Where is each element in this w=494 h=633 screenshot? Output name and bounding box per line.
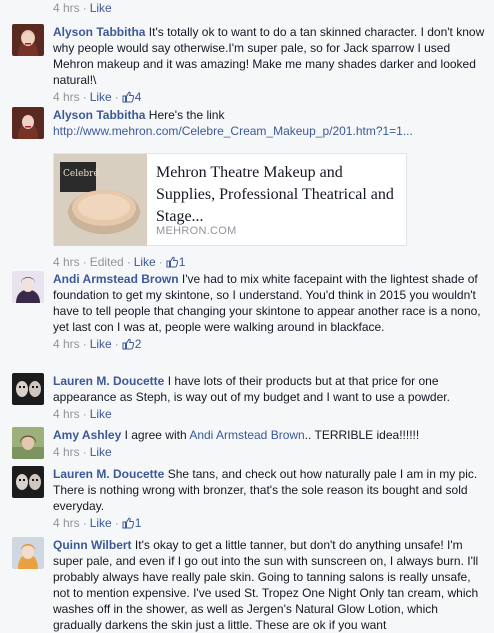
- comment-time[interactable]: 4 hrs: [53, 516, 80, 530]
- comment-meta: 4 hrs · Like · 1: [53, 516, 142, 530]
- comment-author[interactable]: Quinn Wilbert: [53, 538, 132, 552]
- comment-meta: 4 hrs · Like: [53, 445, 112, 459]
- comment-author[interactable]: Lauren M. Doucette: [53, 374, 164, 388]
- like-count-value: 1: [134, 516, 142, 530]
- comment-time[interactable]: 4 hrs: [53, 337, 80, 351]
- like-count-value: 4: [134, 90, 142, 104]
- like-link[interactable]: Like: [90, 445, 112, 459]
- like-link[interactable]: Like: [134, 255, 156, 269]
- comment-body: Lauren M. Doucette She tans, and check o…: [53, 466, 486, 514]
- comment-author[interactable]: Amy Ashley: [53, 428, 121, 442]
- thumbs-up-icon: [122, 517, 134, 529]
- comment-time[interactable]: 4 hrs: [53, 407, 80, 421]
- comment-body: Amy Ashley I agree with Andi Armstead Br…: [53, 427, 486, 443]
- like-count[interactable]: 4: [122, 90, 142, 104]
- thumbs-up-icon: [122, 338, 134, 350]
- avatar[interactable]: [12, 537, 44, 569]
- product-label: Celebré: [63, 168, 99, 179]
- comment-time[interactable]: 4 hrs: [53, 90, 80, 104]
- like-link[interactable]: Like: [90, 407, 112, 421]
- comment-time[interactable]: 4 hrs: [53, 1, 80, 15]
- link-preview-card[interactable]: Celebré Mehron Theatre Makeup and Suppli…: [53, 153, 407, 246]
- comment-body: Andi Armstead Brown I've had to mix whit…: [53, 271, 486, 335]
- comment-text-before: I agree with: [124, 428, 187, 442]
- link-preview-title[interactable]: Mehron Theatre Makeup and Supplies, Prof…: [156, 162, 401, 228]
- like-count[interactable]: 2: [122, 337, 142, 351]
- comment-body: Lauren M. Doucette I have lots of their …: [53, 373, 486, 405]
- like-link[interactable]: Like: [90, 1, 112, 15]
- like-count[interactable]: 1: [166, 255, 186, 269]
- thumbs-up-icon: [166, 256, 178, 268]
- link-preview-domain: MEHRON.COM: [156, 225, 237, 237]
- comment-time[interactable]: 4 hrs: [53, 255, 80, 269]
- avatar[interactable]: [12, 107, 44, 139]
- mention-link[interactable]: Andi Armstead Brown: [189, 428, 304, 442]
- comment-body: Alyson Tabbitha Here's the link: [53, 107, 486, 123]
- comment-thread: 4 hrs · Like Alyson Tabbitha It's totally …: [0, 0, 494, 633]
- comment-text: It's okay to get a little tanner, but do…: [53, 538, 479, 632]
- comment-author[interactable]: Lauren M. Doucette: [53, 467, 164, 481]
- comment-time[interactable]: 4 hrs: [53, 445, 80, 459]
- link-preview-image[interactable]: Celebré: [54, 154, 147, 246]
- avatar[interactable]: [12, 427, 44, 459]
- comment-meta: 4 hrs · Like · 4: [53, 90, 142, 104]
- comment-meta: 4 hrs · Like: [53, 407, 112, 421]
- avatar[interactable]: [12, 373, 44, 405]
- like-count[interactable]: 1: [122, 516, 142, 530]
- comment-author[interactable]: Alyson Tabbitha: [53, 108, 145, 122]
- comment-author[interactable]: Andi Armstead Brown: [53, 272, 179, 286]
- avatar[interactable]: [12, 271, 44, 303]
- like-count-value: 2: [134, 337, 142, 351]
- avatar[interactable]: [12, 24, 44, 56]
- like-link[interactable]: Like: [90, 90, 112, 104]
- comment-meta: 4 hrs · Edited · Like · 1: [53, 255, 186, 269]
- like-count-value: 1: [178, 255, 186, 269]
- thumbs-up-icon: [122, 91, 134, 103]
- like-link[interactable]: Like: [90, 337, 112, 351]
- comment-text: Here's the link: [148, 108, 225, 122]
- comment-meta: 4 hrs · Like · 2: [53, 337, 142, 351]
- comment-text-after: .. TERRIBLE idea!!!!!!: [304, 428, 420, 442]
- comment-body: Alyson Tabbitha It's totally ok to want …: [53, 24, 486, 88]
- avatar[interactable]: [12, 466, 44, 498]
- comment-meta: 4 hrs · Like: [53, 1, 112, 15]
- comment-author[interactable]: Alyson Tabbitha: [53, 25, 145, 39]
- edited-label[interactable]: Edited: [90, 255, 124, 269]
- comment-link[interactable]: http://www.mehron.com/Celebre_Cream_Make…: [53, 123, 486, 139]
- comment-body: Quinn Wilbert It's okay to get a little …: [53, 537, 486, 633]
- like-link[interactable]: Like: [90, 516, 112, 530]
